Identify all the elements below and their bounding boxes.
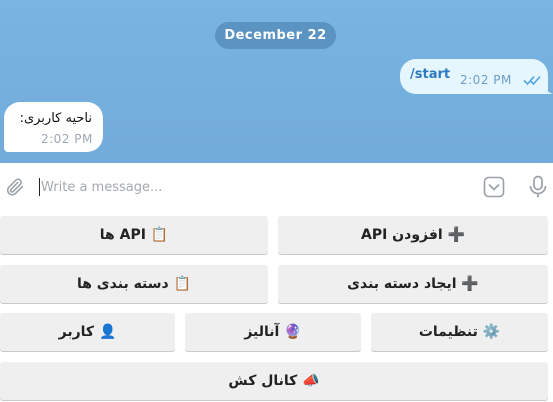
bubble-tail <box>543 84 553 94</box>
analysis-button[interactable]: 🔮 آنالیز <box>185 313 361 351</box>
add-api-button[interactable]: ➕ افزودن API <box>278 216 548 254</box>
user-button[interactable]: 👤 کاربر <box>0 313 175 351</box>
outgoing-message-time: 2:02 PM <box>460 73 512 87</box>
double-check-icon <box>523 75 541 86</box>
create-category-button[interactable]: ➕ ایجاد دسته بندی <box>278 265 548 303</box>
categories-list-button[interactable]: 📋 دسته بندی ها <box>0 265 268 303</box>
incoming-message-time: 2:02 PM <box>41 132 93 146</box>
outgoing-message[interactable]: /start 2:02 PM <box>400 59 548 94</box>
message-input[interactable] <box>41 176 461 198</box>
paperclip-icon[interactable] <box>4 176 26 198</box>
channel-button[interactable]: 📣 کانال کش <box>0 362 548 400</box>
keyboard-toggle-icon[interactable] <box>483 176 505 198</box>
microphone-icon[interactable] <box>528 175 548 199</box>
text-cursor <box>39 178 40 196</box>
apis-list-button[interactable]: 📋 API ها <box>0 216 268 254</box>
settings-button[interactable]: ⚙️ تنظیمات <box>371 313 548 351</box>
message-composer <box>0 163 553 209</box>
incoming-message-text: ناحیه کاربری: <box>19 111 92 126</box>
outgoing-message-text[interactable]: /start <box>410 67 450 82</box>
date-separator: December 22 <box>215 22 336 49</box>
incoming-message[interactable]: ناحیه کاربری: 2:02 PM <box>4 102 103 152</box>
chat-area: December 22 /start 2:02 PM ناحیه کاربری:… <box>0 0 553 163</box>
reply-keyboard: ➕ افزودن API 📋 API ها ➕ ایجاد دسته بندی … <box>0 209 553 402</box>
